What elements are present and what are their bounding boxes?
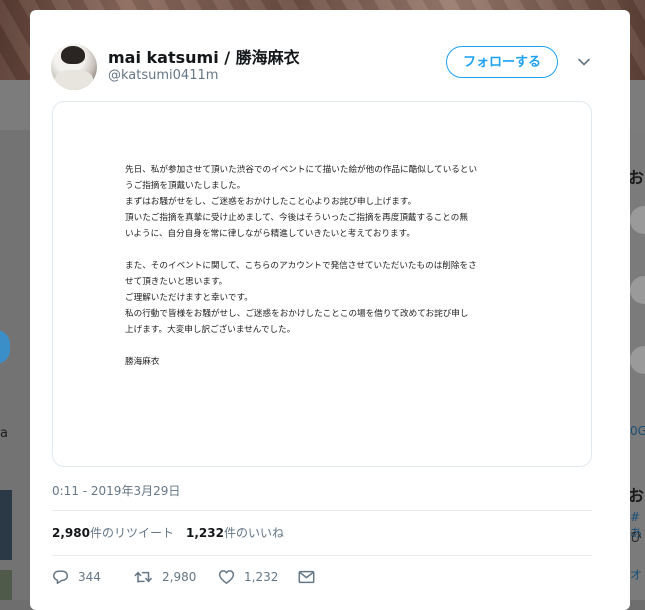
right-rail-trend-desc: ひ	[630, 530, 643, 544]
reply-button[interactable]: 344	[52, 569, 134, 585]
right-rail-heading: お	[628, 486, 645, 505]
follow-button[interactable]: フォローする	[446, 46, 558, 78]
divider	[52, 510, 592, 511]
retweet-stat-count: 2,980	[52, 526, 90, 540]
right-rail-avatar	[630, 346, 645, 374]
tweet-modal: mai katsumi / 勝海麻衣 @katsumi0411m フォローする …	[30, 10, 630, 610]
like-stat[interactable]: 1,232件のいいね	[186, 526, 284, 540]
chevron-down-icon[interactable]	[578, 56, 590, 68]
user-handle[interactable]: @katsumi0411m	[108, 68, 218, 83]
envelope-icon	[298, 570, 315, 584]
statement-paragraph: 先日、私が参加させて頂いた渋谷でのイベントにて描いた絵が他の作品に酷似していると…	[125, 165, 478, 239]
divider	[52, 555, 592, 556]
user-display-name[interactable]: mai katsumi / 勝海麻衣	[108, 44, 300, 68]
tweet-actions: 344 2,980 1,232	[52, 569, 315, 585]
right-rail-heading: お	[628, 168, 645, 187]
tweet-stats: 2,980件のリツイート 1,232件のいいね	[52, 524, 284, 541]
like-button[interactable]: 1,232	[218, 569, 298, 585]
retweet-stat-label: 件のリツイート	[89, 526, 174, 540]
right-rail-link: 0G	[630, 424, 645, 438]
like-stat-label: 件のいいね	[223, 526, 284, 540]
background-blue-button	[0, 330, 10, 364]
reply-count: 344	[78, 570, 101, 584]
right-rail-avatar	[630, 206, 645, 234]
retweet-stat[interactable]: 2,980件のリツイート	[52, 526, 174, 540]
direct-message-button[interactable]	[298, 570, 315, 584]
right-rail-avatar	[630, 276, 645, 304]
heart-icon	[218, 570, 235, 584]
tweet-image[interactable]: 先日、私が参加させて頂いた渋谷でのイベントにて描いた絵が他の作品に酷似していると…	[52, 101, 592, 467]
statement-paragraph: また、そのイベントに関して、こちらのアカウントで発信させていただいたものは削除を…	[125, 261, 477, 335]
background-thumbnail	[0, 570, 12, 600]
right-rail-trend: オ	[630, 568, 643, 582]
like-stat-count: 1,232	[185, 526, 224, 540]
background-glyph: a	[0, 426, 8, 441]
statement-signature: 勝海麻衣	[125, 357, 160, 367]
like-count: 1,232	[244, 570, 279, 584]
background-thumbnail	[0, 490, 12, 560]
avatar[interactable]	[51, 44, 97, 90]
retweet-icon	[134, 571, 152, 583]
retweet-count: 2,980	[162, 570, 197, 584]
reply-icon	[53, 570, 69, 584]
retweet-button[interactable]: 2,980	[134, 569, 218, 585]
apology-statement: 先日、私が参加させて頂いた渋谷でのイベントにて描いた絵が他の作品に酷似していると…	[125, 162, 525, 370]
tweet-timestamp[interactable]: 0:11 - 2019年3月29日	[52, 482, 180, 499]
